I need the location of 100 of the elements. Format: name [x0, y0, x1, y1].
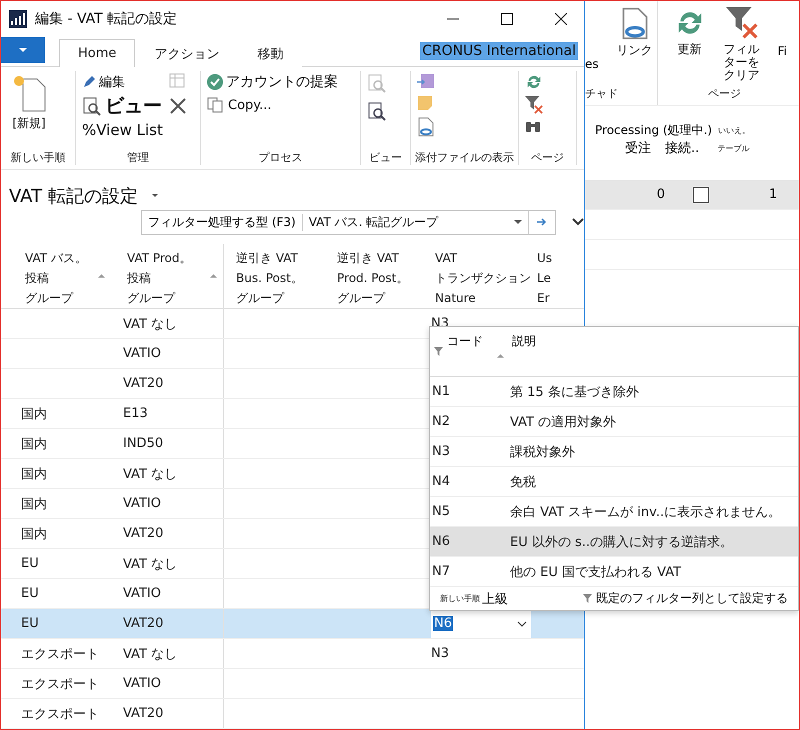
ribbon-label: es — [585, 57, 599, 71]
set-default-filter-button[interactable]: 既定のフィルター列として設定する — [583, 590, 788, 607]
column-header[interactable]: VAT バス。 — [25, 248, 87, 268]
ribbon-tab[interactable]: Home — [59, 39, 136, 67]
new-button[interactable]: [新規] — [7, 73, 51, 148]
group-label: 新しい手順 — [10, 150, 66, 165]
column-header[interactable]: 投稿 — [25, 268, 49, 288]
company-name: CRONUS International — [420, 42, 578, 60]
group-label: プロセス — [258, 150, 304, 165]
lookup-row[interactable]: N3 課税対象外 — [430, 437, 798, 467]
table-row[interactable]: エクスポート VAT なし N3 — [1, 639, 584, 669]
filter-icon — [434, 347, 443, 356]
view-icon — [367, 73, 387, 93]
column-header[interactable]: Prod. Post。 — [337, 268, 408, 288]
filter-icon — [583, 594, 592, 603]
column-header[interactable]: 投稿 — [127, 268, 151, 288]
notebook-icon[interactable] — [417, 73, 435, 89]
advanced-button[interactable]: 上級 — [482, 590, 508, 608]
link-button[interactable]: リンク — [612, 7, 657, 58]
table-cell: VAT20 — [123, 376, 164, 391]
column-header[interactable]: グループ — [337, 288, 385, 308]
column-header[interactable]: Er — [537, 288, 550, 308]
linked-document-icon[interactable] — [620, 7, 650, 40]
column-header[interactable]: 受注 — [585, 139, 651, 157]
table-cell: EU — [21, 556, 39, 571]
chevron-icon — [572, 218, 584, 226]
new-label: 新しい手順 — [440, 593, 480, 604]
table-cell: VATIO — [123, 346, 161, 361]
lookup-row[interactable]: N4 免税 — [430, 467, 798, 497]
filter-type-label: フィルター処理する型 (F3) — [142, 214, 303, 231]
view-button[interactable] — [367, 101, 387, 121]
delete-button[interactable] — [168, 97, 187, 115]
column-header[interactable]: VAT — [435, 248, 458, 268]
lookup-row[interactable]: N2 VAT の適用対象外 — [430, 407, 798, 437]
table-row[interactable]: エクスポート VATIO — [1, 669, 584, 699]
table-cell-text: 国内 — [21, 466, 47, 482]
table-cell: 1 — [769, 187, 778, 202]
edit-list-icon — [168, 73, 187, 89]
group-label: ページ — [530, 150, 565, 165]
table-cell: IND50 — [123, 436, 164, 451]
table-cell: EU — [21, 616, 39, 631]
table-cell: EU — [21, 586, 39, 601]
table-row[interactable]: EU VAT20 N6 — [1, 609, 584, 639]
page-title: VAT 転記の設定 — [9, 184, 138, 208]
column-header[interactable]: グループ — [25, 288, 73, 308]
column-header[interactable]: 逆引き VAT — [337, 248, 399, 268]
table-cell-text: VAT なし — [123, 646, 178, 662]
table-cell: VATIO — [123, 586, 161, 601]
column-header: テーブル — [717, 142, 750, 154]
clear-filter-icon[interactable] — [525, 96, 543, 114]
column-header[interactable]: 逆引き VAT — [236, 248, 298, 268]
table-cell-text: VAT なし — [123, 466, 178, 482]
table-cell-text: エクスポート — [21, 706, 99, 722]
new-document-icon — [11, 73, 47, 113]
lookup-row[interactable]: N5 余白 VAT スキームが inv..に表示されません。 — [430, 497, 798, 527]
column-header[interactable]: Le — [537, 268, 551, 288]
column-header[interactable]: Us — [537, 248, 552, 268]
lookup-row[interactable]: N6 EU 以外の s..の購入に対する逆請求。 — [430, 527, 798, 557]
caret-icon — [514, 220, 522, 224]
table-cell-text: 国内 — [21, 406, 47, 422]
table-cell-text: 0 — [656, 187, 665, 202]
lookup-row[interactable]: N1 第 15 条に基づき除外 — [430, 377, 798, 407]
clear-filter-button[interactable]: フィルターをクリア — [716, 7, 768, 83]
column-header[interactable]: VAT Prod。 — [127, 248, 192, 268]
view-button[interactable]: ビュー — [82, 93, 162, 119]
column-header[interactable]: グループ — [236, 288, 284, 308]
ribbon-button[interactable]: Fi — [774, 45, 792, 58]
suggest-accounts-button[interactable]: アカウントの提案 — [207, 73, 338, 91]
collapse-button[interactable] — [572, 218, 584, 226]
table-cell: VAT20 — [123, 706, 164, 721]
checkbox[interactable] — [693, 186, 709, 202]
edit-button[interactable]: 編集 — [82, 73, 125, 91]
filter-field-dropdown[interactable]: VAT バス. 転記グループ — [302, 210, 529, 234]
column-header[interactable]: トランザクション — [435, 268, 531, 288]
binoculars-icon[interactable] — [525, 119, 541, 133]
copy-button[interactable]: Copy... — [207, 97, 272, 113]
table-cell-text: 国内 — [21, 526, 47, 542]
view-icon — [82, 96, 102, 116]
view-list-button[interactable]: %View List — [82, 121, 163, 139]
delete-icon — [168, 97, 187, 115]
column-header: いいえ。 — [718, 125, 750, 136]
column-header[interactable]: Nature — [435, 288, 476, 308]
table-cell-text: 国内 — [21, 496, 47, 512]
nature-dropdown[interactable]: N6 — [431, 609, 531, 638]
arrow-icon — [537, 218, 547, 226]
table-cell: VATIO — [123, 676, 161, 691]
group-label: 管理 — [126, 150, 150, 165]
column-header[interactable]: Bus. Post。 — [236, 268, 303, 288]
caret-icon — [152, 194, 158, 198]
clear-filter-icon[interactable] — [726, 7, 758, 39]
column-header[interactable]: 接続.. — [651, 139, 700, 157]
close-icon — [555, 13, 567, 25]
refresh-button[interactable]: 更新 — [670, 7, 710, 56]
table-cell: E13 — [123, 406, 148, 421]
linked-document-icon[interactable] — [417, 117, 435, 137]
column-header[interactable]: グループ — [127, 288, 175, 308]
table-row[interactable]: エクスポート VAT20 — [1, 699, 584, 729]
table-cell: VATIO — [123, 496, 161, 511]
refresh-icon[interactable] — [525, 73, 543, 91]
lookup-row[interactable]: N7 他の EU 国で支払われる VAT — [430, 557, 798, 587]
